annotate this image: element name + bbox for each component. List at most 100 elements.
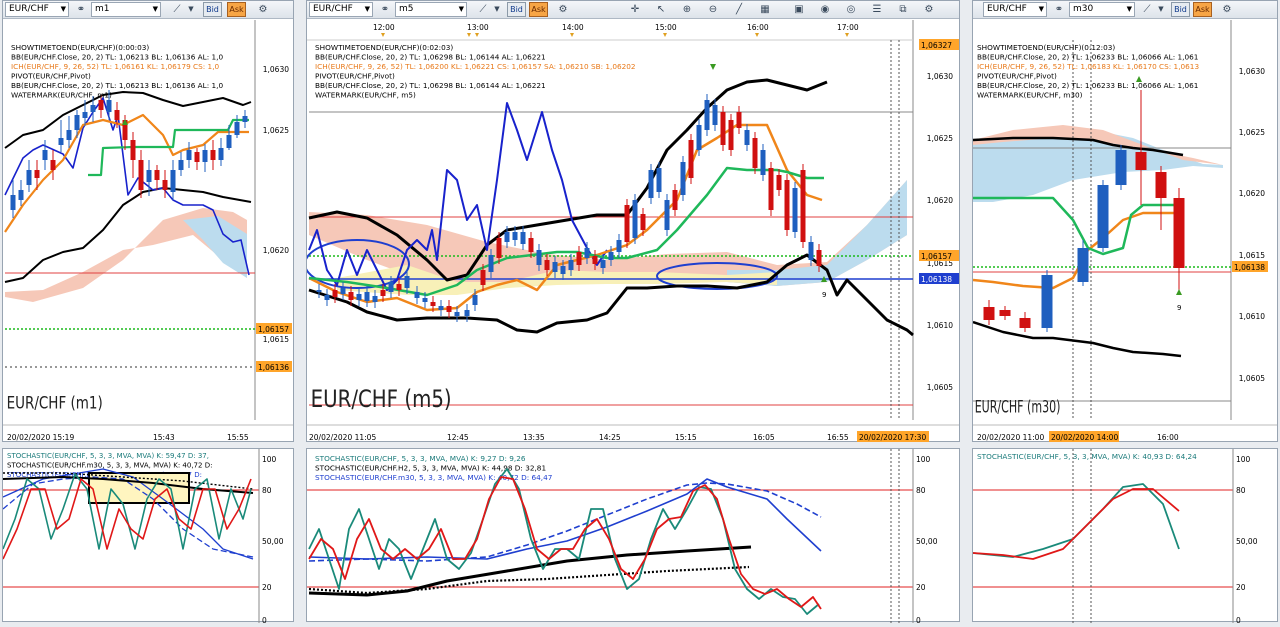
link-icon[interactable]: ⚭ xyxy=(1051,2,1067,17)
ask-button[interactable]: Ask xyxy=(227,2,246,17)
bid-button[interactable]: Bid xyxy=(507,2,526,17)
price-label: 1,0625 xyxy=(1239,128,1265,137)
time-label: 14:25 xyxy=(599,433,621,442)
candle xyxy=(340,288,346,294)
timeframe-select[interactable]: m30 ▼ xyxy=(1069,2,1135,17)
dropdown-icon[interactable]: ▼ xyxy=(1153,2,1169,17)
time-label: 16:55 xyxy=(827,433,849,442)
candle xyxy=(1019,318,1031,328)
osc-level-label: 80 xyxy=(916,486,926,495)
candle xyxy=(332,290,338,297)
cursor-icon[interactable]: ↖ xyxy=(653,2,669,17)
candle xyxy=(608,252,614,260)
candle xyxy=(82,112,88,118)
candle xyxy=(414,292,420,298)
zoom-out-icon[interactable]: ⊖ xyxy=(705,2,721,17)
ask-button[interactable]: Ask xyxy=(1193,2,1212,17)
legend-line: SHOWTIMETOEND(EUR/CHF)(0:02:03) xyxy=(315,43,453,52)
candle xyxy=(744,130,750,145)
price-tag-orange: 1,06136 xyxy=(258,363,289,372)
dropdown-icon[interactable]: ▼ xyxy=(489,2,505,17)
legend-line: PIVOT(EUR/CHF,Pivot) xyxy=(315,72,395,81)
candle xyxy=(194,152,200,162)
candle xyxy=(348,292,354,300)
link-icon[interactable]: ⚭ xyxy=(377,2,393,17)
chart-window-m5: EUR/CHF ▼ ⚭ m5 ▼ ⟋ ▼ Bid Ask ⚙ ✛ ↖ ⊕ ⊖ ╱ ▦… xyxy=(306,0,960,442)
oscillator-window-m30: 100 80 50,00 20 0 STOCHASTIC(EUR/CHF, 5, 3, 3… xyxy=(972,448,1278,625)
candle xyxy=(648,170,654,198)
symbol-select[interactable]: EUR/CHF ▼ xyxy=(5,2,69,17)
timeframe-select[interactable]: m1 ▼ xyxy=(91,2,161,17)
ask-button[interactable]: Ask xyxy=(529,2,548,17)
candle xyxy=(760,150,766,175)
osc-level-label: 50,00 xyxy=(262,537,284,546)
top-time-label: 17:00 xyxy=(837,23,859,32)
zoom-in-icon[interactable]: ⊕ xyxy=(679,2,695,17)
line-tool-icon[interactable]: ╱ xyxy=(731,2,747,17)
candle xyxy=(364,292,370,301)
candle xyxy=(66,130,72,140)
candle xyxy=(696,125,702,150)
stochastic-panel-m1[interactable]: 1008050,00200STOCHASTIC(EUR/CHF, 5, 3, 3… xyxy=(2,449,293,625)
candle xyxy=(616,240,622,252)
legend-line: PIVOT(EUR/CHF,Pivot) xyxy=(11,72,91,81)
tools-icon[interactable]: ⚙ xyxy=(555,2,571,17)
target-icon[interactable]: ◎ xyxy=(843,2,859,17)
candle xyxy=(664,200,670,230)
candle xyxy=(446,306,452,312)
chart-m1[interactable]: SHOWTIMETOEND(EUR/CHF)(0:00:03)BB(EUR/CH… xyxy=(3,20,293,442)
menu-icon[interactable]: ☰ xyxy=(869,2,885,17)
candle xyxy=(454,312,460,316)
price-tag-blue: 1,06138 xyxy=(921,275,952,284)
osc-level-label: 100 xyxy=(262,455,277,464)
bid-button[interactable]: Bid xyxy=(203,2,222,17)
time-label: 15:15 xyxy=(675,433,697,442)
candle xyxy=(584,248,590,258)
candle xyxy=(438,306,444,310)
price-label: 1,0620 xyxy=(1239,189,1265,198)
stoch-k xyxy=(972,483,1180,558)
camera-icon[interactable]: ◉ xyxy=(817,2,833,17)
candle xyxy=(372,296,378,302)
layers-icon[interactable]: ⧉ xyxy=(895,2,911,17)
top-time-label: 14:00 xyxy=(562,23,584,32)
osc-level-label: 100 xyxy=(1236,455,1251,464)
time-tag: 20/02/2020 14:00 xyxy=(1051,433,1118,442)
candle xyxy=(324,295,330,300)
candle xyxy=(704,100,710,130)
candle xyxy=(170,170,176,192)
chart-m30[interactable]: 9SHOWTIMETOEND(EUR/CHF)(0:12:03)BB(EUR/C… xyxy=(973,20,1277,442)
legend-line: STOCHASTIC(EUR/CHF.H2, 5, 3, 3, MVA, MVA… xyxy=(315,464,546,473)
symbol-select[interactable]: EUR/CHF ▼ xyxy=(309,2,373,17)
candle xyxy=(50,160,56,170)
legend-line: WATERMARK(EUR/CHF, m1) xyxy=(11,91,112,100)
link-icon[interactable]: ⚭ xyxy=(73,2,89,17)
candle xyxy=(784,180,790,230)
tools-icon[interactable]: ⚙ xyxy=(1219,2,1235,17)
candle xyxy=(480,270,486,285)
tools-icon[interactable]: ⚙ xyxy=(255,2,271,17)
price-label: 1,0605 xyxy=(927,383,953,392)
legend-line: ICH(EUR/CHF, 9, 26, 52) TL: 1,06200 KL: … xyxy=(315,62,636,71)
stochastic-panel-m30[interactable]: 1008050,00200STOCHASTIC(EUR/CHF, 5, 3, 3… xyxy=(972,449,1277,625)
symbol-select[interactable]: EUR/CHF ▼ xyxy=(983,2,1047,17)
chart-m5[interactable]: 12:00 13:00 14:00 15:00 16:00 17:00 9 SHOWTIMET… xyxy=(307,20,959,442)
osc-level-label: 50,00 xyxy=(1236,537,1258,546)
chart-window-m30: EUR/CHF ▼ ⚭ m30 ▼ ⟋ ▼ Bid Ask ⚙ 9 SHOWTIMET… xyxy=(972,0,1278,442)
timeframe-select[interactable]: m5 ▼ xyxy=(395,2,467,17)
grid-icon[interactable]: ▦ xyxy=(757,2,773,17)
chevron-down-icon: ▼ xyxy=(1038,5,1044,13)
chart-toolbar: EUR/CHF ▼ ⚭ m5 ▼ ⟋ ▼ Bid Ask ⚙ ✛ ↖ ⊕ ⊖ ╱ ▦… xyxy=(307,1,959,19)
image-icon[interactable]: ▣ xyxy=(791,2,807,17)
candle xyxy=(1135,152,1147,170)
dropdown-icon[interactable]: ▼ xyxy=(183,2,199,17)
candle xyxy=(430,302,436,306)
settings-icon[interactable]: ⚙ xyxy=(921,2,937,17)
candle xyxy=(98,100,104,110)
bid-button[interactable]: Bid xyxy=(1171,2,1190,17)
crosshair-icon[interactable]: ✛ xyxy=(627,2,643,17)
price-label: 1,0630 xyxy=(927,72,953,81)
candle xyxy=(422,298,428,302)
legend-line: SHOWTIMETOEND(EUR/CHF)(0:00:03) xyxy=(11,43,149,52)
stochastic-panel-m5[interactable]: 1008050,00200STOCHASTIC(EUR/CHF, 5, 3, 3… xyxy=(307,449,959,625)
